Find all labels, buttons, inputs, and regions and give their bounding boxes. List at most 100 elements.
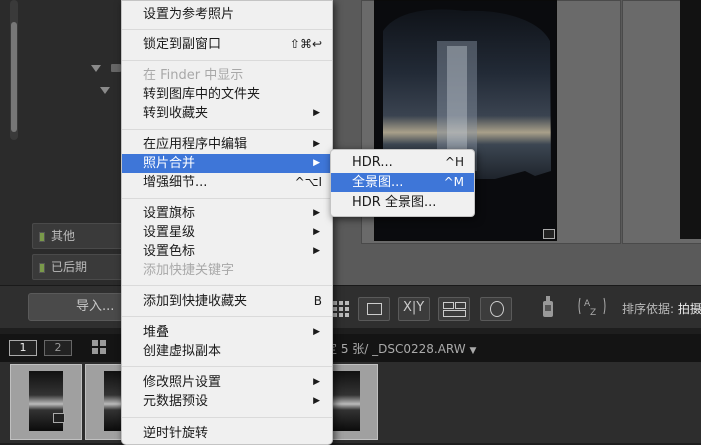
menu-separator <box>122 417 332 418</box>
sort-direction-icon[interactable]: AZ <box>578 294 614 318</box>
context-menu: 设置为参考照片 锁定到副窗口 ⇧⌘↩ 在 Finder 中显示 转到图库中的文件夹… <box>121 0 333 445</box>
filmstrip-info[interactable]: 定 5 张/ _DSC0228.ARW ▼ <box>325 340 476 357</box>
submenu-item-label: HDR... <box>352 155 393 170</box>
menu-item-metadata-presets[interactable]: 元数据预设 ▶ <box>122 392 332 411</box>
menu-item-stacking[interactable]: 堆叠 ▶ <box>122 323 332 342</box>
sort-value[interactable]: 拍摄 <box>678 302 701 316</box>
menu-item-go-to-collection[interactable]: 转到收藏夹 ▶ <box>122 104 332 123</box>
menu-separator <box>122 60 332 61</box>
thumbnail-image <box>332 371 360 431</box>
collection-indicator-icon <box>39 232 45 242</box>
filmstrip-thumbnail[interactable] <box>10 364 82 440</box>
import-label: 导入... <box>76 299 115 314</box>
menu-item-label: 元数据预设 <box>143 394 209 409</box>
menu-separator <box>122 198 332 199</box>
menu-separator <box>122 29 332 30</box>
menu-separator <box>122 285 332 286</box>
menu-item-label: 逆时针旋转 <box>143 426 209 441</box>
svg-text:Z: Z <box>590 308 596 318</box>
menu-item-develop-settings[interactable]: 修改照片设置 ▶ <box>122 373 332 392</box>
menu-shortcut: ⇧⌘↩ <box>289 37 322 51</box>
menu-item-label: 转到图库中的文件夹 <box>143 87 261 102</box>
filmstrip-info-text: 定 5 张/ _DSC0228.ARW <box>325 342 466 356</box>
menu-item-add-quick-collection[interactable]: 添加到快捷收藏夹 B <box>122 292 332 311</box>
menu-item-label: 转到收藏夹 <box>143 106 209 121</box>
menu-item-rotate-left[interactable]: 逆时针旋转 <box>122 424 332 443</box>
collection-indicator-icon <box>39 263 45 273</box>
submenu-arrow-icon: ▶ <box>313 208 320 218</box>
menu-item-label: 锁定到副窗口 <box>143 37 222 52</box>
menu-shortcut: ^H <box>444 155 464 169</box>
menu-item-label: 在应用程序中编辑 <box>143 137 248 152</box>
survey-view-icon[interactable] <box>438 297 470 321</box>
submenu-item-label: 全景图... <box>352 175 404 190</box>
menu-separator <box>122 316 332 317</box>
submenu-arrow-icon: ▶ <box>313 158 320 168</box>
submenu-arrow-icon: ▶ <box>313 377 320 387</box>
sort-label: 排序依据: <box>622 302 675 316</box>
grid-icon[interactable] <box>92 340 106 354</box>
menu-item-label: 设置旗标 <box>143 206 196 221</box>
submenu-arrow-icon: ▶ <box>313 139 320 149</box>
menu-item-edit-in[interactable]: 在应用程序中编辑 ▶ <box>122 135 332 154</box>
menu-item-add-shortcut-keyword: 添加快捷关键字 <box>122 261 332 280</box>
folder-icon <box>111 64 121 72</box>
submenu-item-hdr-panorama[interactable]: HDR 全景图... <box>331 193 474 212</box>
submenu-arrow-icon: ▶ <box>313 246 320 256</box>
menu-item-set-rating[interactable]: 设置星级 ▶ <box>122 223 332 242</box>
window-1-label: 1 <box>19 341 27 354</box>
photo-merge-submenu: HDR... ^H 全景图... ^M HDR 全景图... <box>330 149 475 217</box>
chevron-down-icon: ▼ <box>469 346 477 356</box>
people-view-icon[interactable] <box>480 297 512 321</box>
stack-badge-icon <box>53 413 65 423</box>
submenu-arrow-icon: ▶ <box>313 396 320 406</box>
menu-item-label: 设置色标 <box>143 244 196 259</box>
menu-item-label: 修改照片设置 <box>143 375 222 390</box>
window-2-label: 2 <box>54 341 62 354</box>
menu-item-label: 在 Finder 中显示 <box>143 68 244 83</box>
submenu-item-panorama[interactable]: 全景图... ^M <box>331 173 474 192</box>
menu-item-create-virtual-copy[interactable]: 创建虚拟副本 <box>122 342 332 361</box>
grid-view-icon[interactable] <box>331 297 351 319</box>
submenu-arrow-icon: ▶ <box>313 327 320 337</box>
collection-label: 已后期 <box>51 260 88 274</box>
menu-item-label: 创建虚拟副本 <box>143 344 222 359</box>
menu-item-label: 添加到快捷收藏夹 <box>143 294 248 309</box>
window-2-button[interactable]: 2 <box>44 340 72 356</box>
scrollbar-thumb[interactable] <box>11 22 17 132</box>
painter-spray-can-icon[interactable] <box>540 293 556 319</box>
submenu-arrow-icon: ▶ <box>313 108 320 118</box>
menu-item-label: 设置为参考照片 <box>143 7 235 22</box>
loupe-view-icon[interactable] <box>358 297 390 321</box>
menu-item-set-reference[interactable]: 设置为参考照片 <box>122 5 332 24</box>
thumbnail-partial[interactable] <box>680 0 701 239</box>
sort-by[interactable]: 排序依据: 拍摄 <box>622 300 701 317</box>
menu-item-label: 增强细节... <box>143 175 208 190</box>
window-1-button[interactable]: 1 <box>9 340 37 356</box>
submenu-item-hdr[interactable]: HDR... ^H <box>331 153 474 172</box>
menu-item-label: 堆叠 <box>143 325 170 340</box>
collection-item-processed[interactable]: 已后期 <box>32 254 129 280</box>
expand-triangle-icon[interactable] <box>100 87 110 94</box>
collection-label: 其他 <box>51 229 76 243</box>
submenu-arrow-icon: ▶ <box>313 227 320 237</box>
submenu-item-label: HDR 全景图... <box>352 195 437 210</box>
menu-shortcut: ^M <box>443 175 464 189</box>
menu-shortcut: B <box>313 294 322 308</box>
menu-item-set-flag[interactable]: 设置旗标 ▶ <box>122 204 332 223</box>
menu-item-lock-secondary[interactable]: 锁定到副窗口 ⇧⌘↩ <box>122 35 332 54</box>
expand-triangle-icon[interactable] <box>91 65 101 72</box>
menu-item-go-to-folder[interactable]: 转到图库中的文件夹 <box>122 85 332 104</box>
menu-item-photo-merge[interactable]: 照片合并 ▶ <box>122 154 332 173</box>
menu-item-label: 设置星级 <box>143 225 196 240</box>
collection-item-other[interactable]: 其他 <box>32 223 129 249</box>
menu-item-set-color-label[interactable]: 设置色标 ▶ <box>122 242 332 261</box>
menu-item-label: 照片合并 <box>143 156 196 171</box>
menu-shortcut: ^⌥I <box>294 175 322 189</box>
menu-separator <box>122 129 332 130</box>
menu-item-enhance-details[interactable]: 增强细节... ^⌥I <box>122 173 332 192</box>
import-button[interactable]: 导入... <box>28 293 132 321</box>
menu-item-show-in-finder: 在 Finder 中显示 <box>122 66 332 85</box>
filmstrip-thumbnail[interactable] <box>331 364 378 440</box>
compare-view-icon[interactable]: X|Y <box>398 297 430 321</box>
